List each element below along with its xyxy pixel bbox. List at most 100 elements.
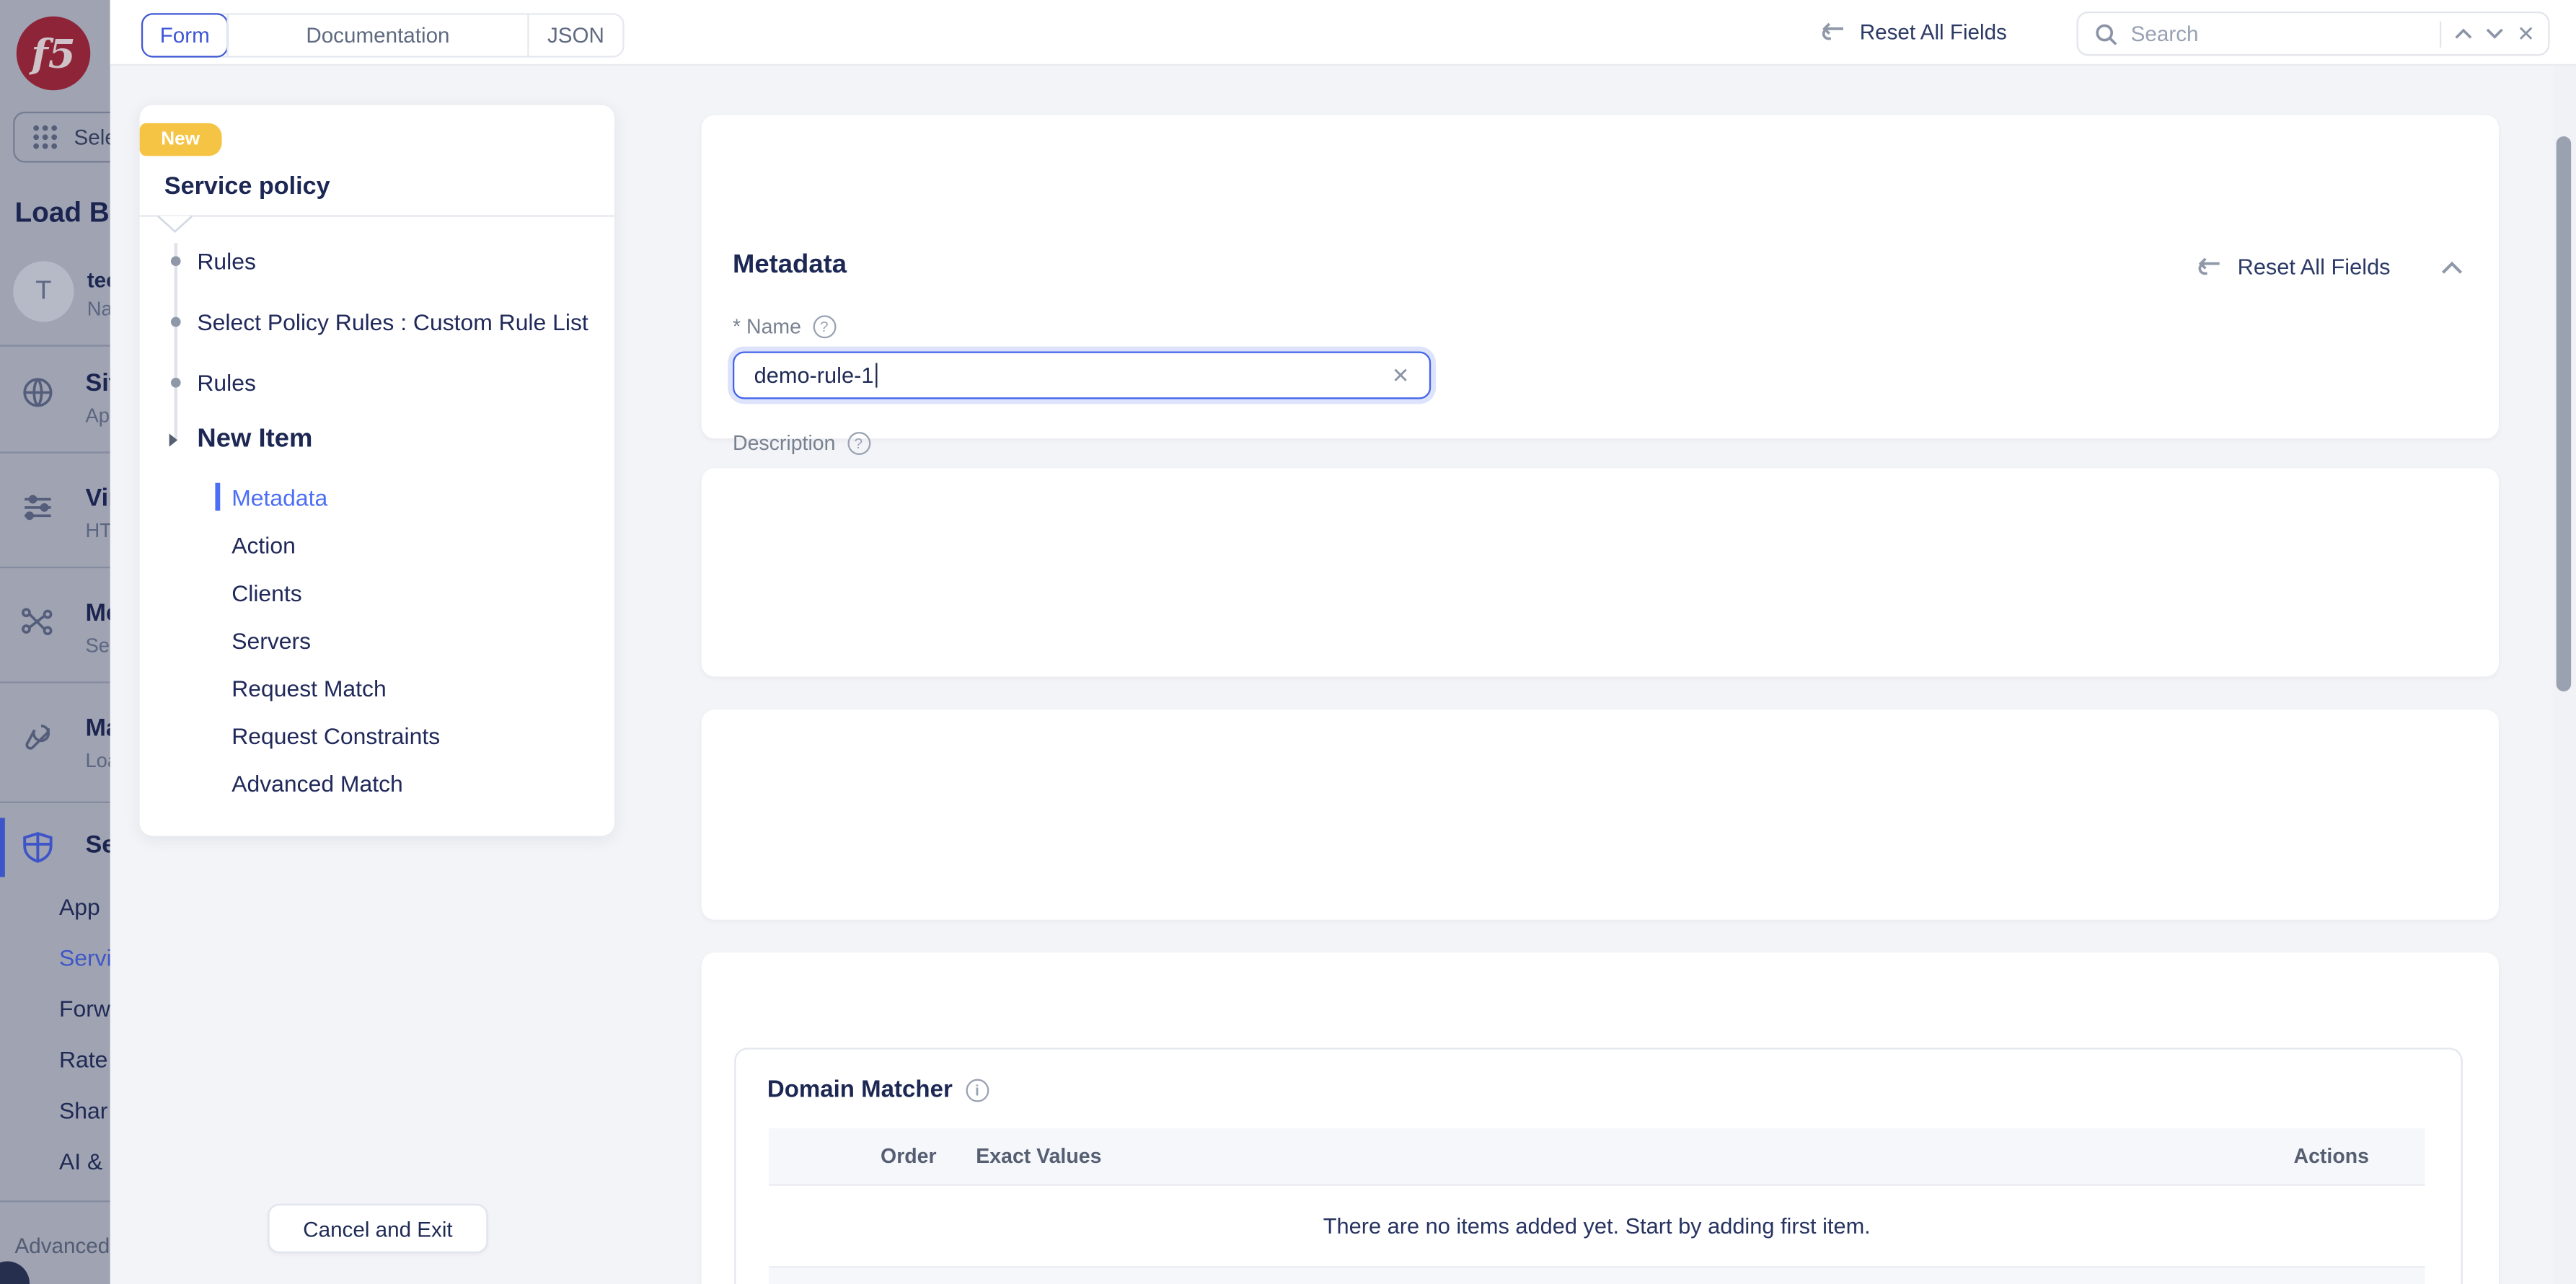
advanced-nav-label[interactable]: Advanced: [15, 1234, 110, 1258]
tab-form[interactable]: Form: [141, 13, 229, 58]
clear-input-icon[interactable]: ✕: [1392, 362, 1410, 388]
tree-dot: [171, 378, 181, 388]
sidebar-link-forward[interactable]: Forw: [59, 996, 110, 1022]
tenant-namespace: Nam: [87, 297, 110, 320]
tenant-avatar[interactable]: T: [13, 261, 74, 322]
search-icon: [2095, 22, 2118, 45]
service-selector[interactable]: Sele: [13, 112, 110, 163]
sliders-icon: [19, 490, 56, 526]
sidebar-item-label: Virtu: [85, 484, 110, 513]
sidebar-item-label: Secu: [85, 831, 110, 859]
search-divider: [2440, 20, 2441, 46]
substep-request-constraints[interactable]: Request Constraints: [231, 722, 440, 748]
substep-advanced-match[interactable]: Advanced Match: [231, 770, 403, 796]
sidebar-link-rate[interactable]: Rate: [59, 1046, 107, 1072]
sidebar-item-sublabel: Load: [85, 749, 110, 772]
sidebar-item-sublabel: Servi: [85, 634, 110, 657]
sidebar-divider: [0, 1200, 110, 1202]
corner-widget[interactable]: [0, 1262, 30, 1284]
tenant-avatar-letter: T: [35, 277, 51, 306]
description-label-text: Description: [733, 432, 835, 455]
scrollbar-thumb[interactable]: [2557, 136, 2572, 691]
tenant-name: tec: [87, 267, 110, 292]
undo-icon: [2198, 256, 2223, 278]
new-badge: New: [140, 123, 221, 156]
sidebar-divider: [0, 567, 110, 568]
sidebar-page-title: Load Ba: [15, 197, 110, 230]
domain-matcher-table: Order Exact Values Actions There are no …: [769, 1128, 2425, 1284]
substep-action[interactable]: Action: [231, 532, 296, 558]
new-badge-label: New: [161, 130, 200, 149]
cancel-and-exit-button[interactable]: Cancel and Exit: [268, 1204, 488, 1253]
active-section-indicator: [0, 818, 5, 877]
search-input[interactable]: Search ✕: [2076, 12, 2549, 56]
tab-documentation[interactable]: Documentation: [226, 15, 529, 56]
search-next-icon[interactable]: [2486, 28, 2504, 40]
substep-metadata[interactable]: Metadata: [231, 484, 327, 510]
section-reset-button[interactable]: Reset All Fields: [2238, 254, 2391, 279]
clients-section: Clients Show Advanced Fields * Client Se…: [702, 709, 2499, 920]
primary-sidebar: f5 Sele Load Ba T tec Nam: [0, 0, 110, 1284]
globe-icon: [19, 374, 56, 410]
servers-section: Servers Show Advanced Fields Domain Matc…: [702, 952, 2499, 1284]
reset-all-fields-button[interactable]: Reset All Fields: [1822, 0, 2006, 64]
table-header-row: Order Exact Values Actions: [769, 1128, 2425, 1186]
sidebar-divider: [0, 451, 110, 453]
domain-matcher-title: Domain Matcher i: [767, 1077, 989, 1103]
domain-matcher-box: Domain Matcher i Order Exact Values Acti…: [734, 1048, 2463, 1284]
column-actions: Actions: [2294, 1145, 2369, 1168]
column-exact-values: Exact Values: [976, 1145, 1101, 1168]
wizard-step-rules-1[interactable]: Rules: [197, 248, 256, 274]
service-selector-label: Sele: [74, 125, 110, 149]
search-close-icon[interactable]: ✕: [2517, 20, 2535, 46]
f5-logo[interactable]: f5: [17, 17, 91, 91]
help-icon[interactable]: ?: [847, 432, 870, 455]
table-empty-row: There are no items added yet. Start by a…: [769, 1186, 2425, 1268]
help-icon[interactable]: ?: [813, 315, 836, 338]
tab-json[interactable]: JSON: [529, 15, 623, 56]
tree-connector: [174, 243, 176, 440]
sidebar-link-ai[interactable]: AI &: [59, 1148, 102, 1174]
substep-servers[interactable]: Servers: [231, 627, 311, 653]
sidebar-item-label: Sites: [85, 370, 110, 398]
wrench-icon: [19, 720, 56, 756]
vertical-scrollbar[interactable]: [2553, 66, 2576, 1284]
sidebar-item-sublabel: App S: [85, 404, 110, 427]
name-input[interactable]: demo-rule-1 ✕: [733, 352, 1431, 399]
wizard-current-step[interactable]: New Item: [197, 425, 312, 455]
name-field-label: * Name ?: [733, 315, 836, 338]
table-footer-row: [769, 1268, 2425, 1284]
wizard-step-select-policy-rules[interactable]: Select Policy Rules : Custom Rule List: [197, 309, 588, 335]
search-prev-icon[interactable]: [2455, 28, 2473, 40]
reset-all-fields-label: Reset All Fields: [1860, 19, 2007, 44]
search-placeholder: Search: [2131, 22, 2427, 46]
substep-request-match[interactable]: Request Match: [231, 675, 387, 701]
tree-dot: [171, 317, 181, 327]
column-order: Order: [881, 1145, 937, 1168]
sidebar-item-label: Mes: [85, 599, 110, 627]
f5-logo-text: f5: [31, 30, 76, 77]
substep-clients[interactable]: Clients: [231, 580, 301, 606]
mesh-icon: [19, 604, 56, 640]
collapse-section-icon[interactable]: [2441, 260, 2463, 273]
sidebar-link-shared[interactable]: Shar: [59, 1097, 107, 1123]
domain-matcher-title-text: Domain Matcher: [767, 1077, 953, 1103]
view-tabs: Form Documentation JSON: [141, 13, 625, 58]
app-window: f5 Sele Load Ba T tec Nam: [0, 0, 2576, 1284]
text-caret: [875, 363, 878, 387]
sidebar-link-service-policies[interactable]: Servi: [59, 944, 110, 970]
section-title: Metadata: [733, 252, 847, 281]
description-field-label: Description ?: [733, 432, 870, 455]
name-label-text: * Name: [733, 315, 801, 338]
name-input-value: demo-rule-1: [754, 363, 874, 387]
info-icon[interactable]: i: [966, 1079, 989, 1102]
wizard-step-rules-2[interactable]: Rules: [197, 370, 256, 396]
sidebar-link-app-firewall[interactable]: App: [59, 893, 100, 919]
form-topbar: Form Documentation JSON Reset All Fields…: [110, 0, 2576, 66]
wizard-divider: [140, 215, 614, 216]
collapse-notch-icon[interactable]: [158, 215, 193, 234]
sidebar-item-label: Man: [85, 714, 110, 743]
section-header-controls: Reset All Fields: [2198, 254, 2463, 279]
sidebar-divider: [0, 345, 110, 346]
current-step-arrow-icon: [169, 433, 177, 446]
